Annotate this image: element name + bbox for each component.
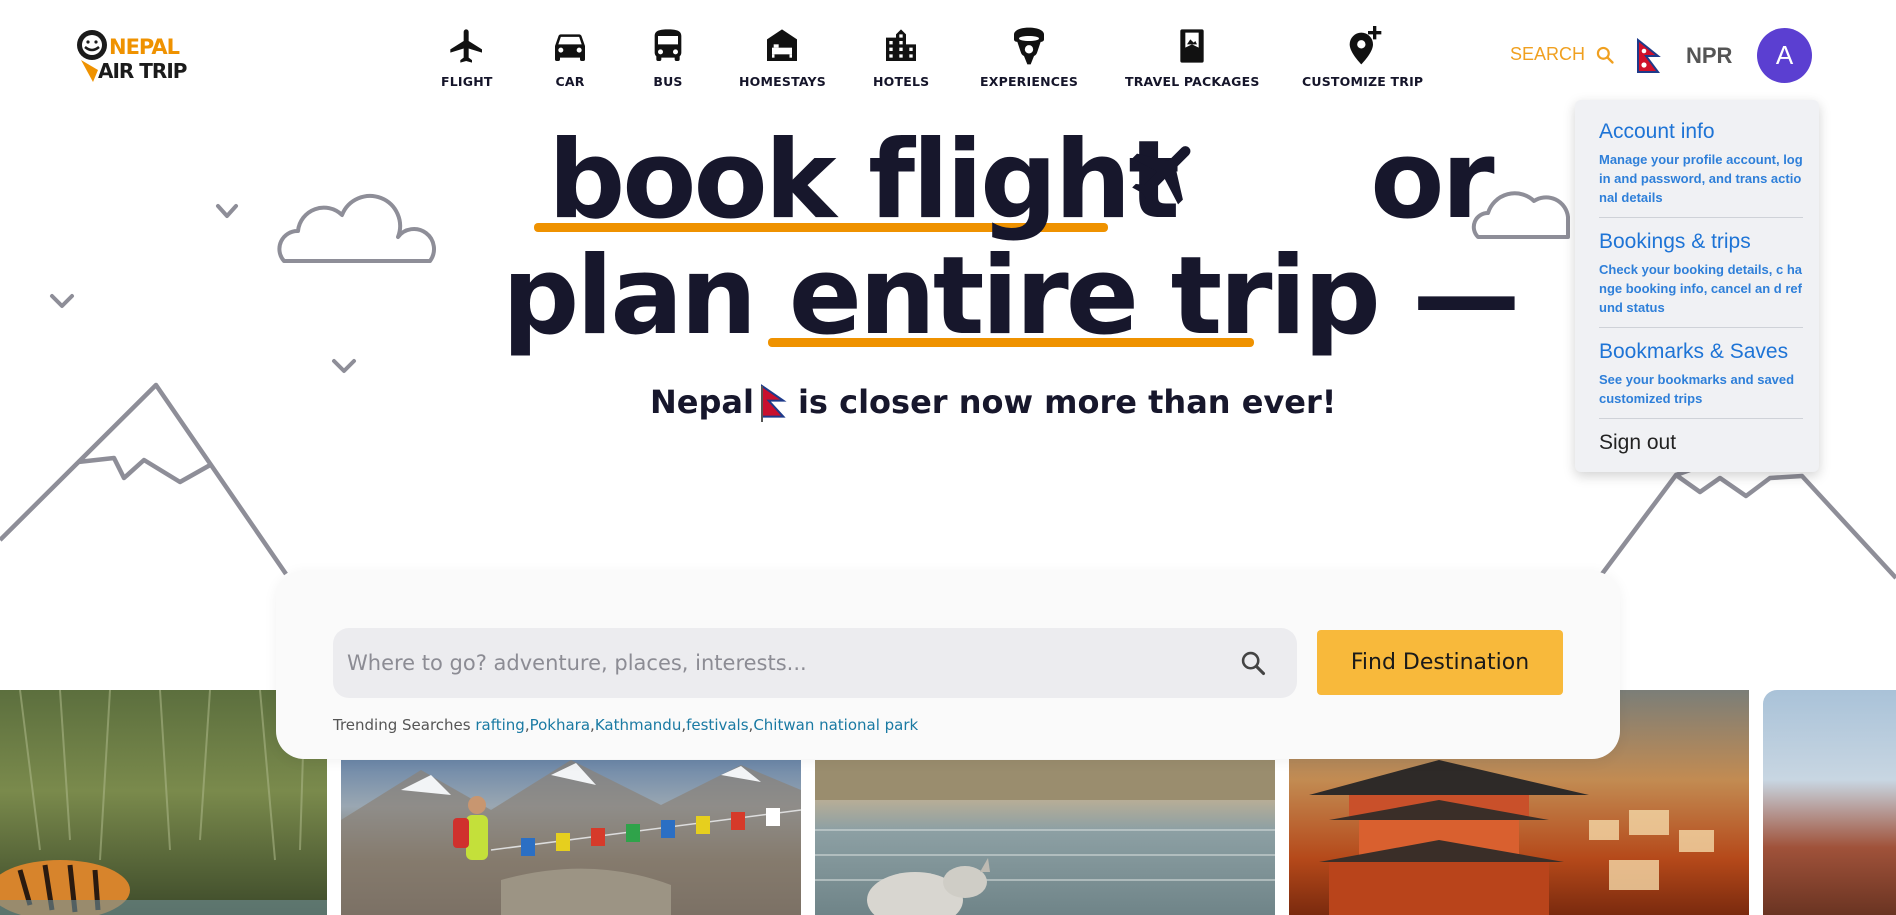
mountain-left bbox=[0, 382, 288, 576]
nav-homestays[interactable]: HOMESTAYS bbox=[739, 24, 826, 89]
hero-entire-trip: entire trip bbox=[788, 234, 1381, 359]
trending-label: Trending Searches bbox=[333, 716, 471, 734]
travel-packages-icon bbox=[1170, 24, 1214, 68]
nav-experiences-label: EXPERIENCES bbox=[980, 74, 1079, 89]
cloud-icon bbox=[277, 193, 436, 263]
trending-link[interactable]: Kathmandu bbox=[595, 716, 682, 734]
bird-icon bbox=[50, 294, 74, 308]
car-icon bbox=[548, 24, 592, 68]
hero-heading-line2: plan entire trip — bbox=[502, 234, 1520, 359]
account-info-link[interactable]: Account info bbox=[1599, 120, 1803, 144]
account-menu: Account info Manage your profile account… bbox=[1575, 100, 1819, 472]
nav-flight[interactable]: FLIGHT bbox=[441, 24, 493, 89]
bird-icon bbox=[216, 204, 238, 218]
nav-hotels-label: HOTELS bbox=[873, 74, 930, 89]
destination-search-box[interactable] bbox=[333, 628, 1297, 698]
hero-or: or bbox=[1370, 118, 1494, 243]
nepal-flag-icon bbox=[760, 384, 787, 422]
trekker-photo[interactable] bbox=[341, 760, 801, 915]
plane-icon bbox=[445, 24, 489, 68]
currency-selector[interactable]: NPR bbox=[1686, 43, 1732, 69]
experiences-icon bbox=[1007, 24, 1051, 68]
nav-car[interactable]: CAR bbox=[548, 24, 592, 89]
bookmarks-saves-desc: See your bookmarks and saved customized … bbox=[1599, 372, 1795, 406]
bookings-trips-link[interactable]: Bookings & trips bbox=[1599, 230, 1803, 254]
hero-tagline: Nepal is closer now more than ever! bbox=[650, 382, 1336, 422]
trending-link[interactable]: rafting bbox=[475, 716, 524, 734]
hero-plan: plan bbox=[502, 234, 757, 359]
nav-travel-packages-label: TRAVEL PACKAGES bbox=[1125, 74, 1260, 89]
city-photo[interactable] bbox=[1763, 690, 1896, 915]
nav-flight-label: FLIGHT bbox=[441, 74, 493, 89]
homestay-icon bbox=[760, 24, 804, 68]
nav-customize-trip-label: CUSTOMIZE TRIP bbox=[1302, 74, 1424, 89]
nav-travel-packages[interactable]: TRAVEL PACKAGES bbox=[1125, 24, 1260, 89]
nepal-flag-icon[interactable] bbox=[1636, 38, 1662, 74]
bookings-trips-desc: Check your booking details, c hange book… bbox=[1599, 262, 1802, 315]
nav-experiences[interactable]: EXPERIENCES bbox=[980, 24, 1078, 89]
nav-homestays-label: HOMESTAYS bbox=[739, 74, 826, 89]
hero-dash: — bbox=[1412, 234, 1520, 359]
search-card: Find Destination Trending Searches rafti… bbox=[276, 571, 1620, 759]
hero-book-flight: book flight bbox=[548, 118, 1180, 243]
svg-text:NEPAL: NEPAL bbox=[109, 35, 180, 59]
trending-searches: Trending Searches rafting,Pokhara,Kathma… bbox=[333, 716, 919, 734]
hotel-icon bbox=[879, 24, 923, 68]
trending-link[interactable]: festivals bbox=[686, 716, 748, 734]
tagline-rest: is closer now more than ever! bbox=[797, 383, 1337, 421]
find-destination-button[interactable]: Find Destination bbox=[1317, 630, 1563, 695]
account-menu-item[interactable]: Bookmarks & Saves See your bookmarks and… bbox=[1599, 340, 1803, 419]
svg-text:AIR TRIP: AIR TRIP bbox=[98, 59, 187, 83]
logo[interactable]: NEPAL AIR TRIP bbox=[76, 26, 194, 84]
account-menu-item[interactable]: Bookings & trips Check your booking deta… bbox=[1599, 230, 1803, 328]
nav-bus-label: BUS bbox=[653, 74, 683, 89]
tagline-nepal: Nepal bbox=[650, 383, 754, 421]
trending-link[interactable]: Chitwan national park bbox=[753, 716, 918, 734]
header-search-link[interactable]: SEARCH bbox=[1510, 44, 1615, 65]
hero-heading-line1: book flight or bbox=[548, 118, 1495, 243]
nav-bus[interactable]: BUS bbox=[646, 24, 690, 89]
sign-out-link[interactable]: Sign out bbox=[1599, 431, 1803, 455]
nav-car-label: CAR bbox=[555, 74, 585, 89]
trending-link[interactable]: Pokhara bbox=[530, 716, 590, 734]
rhino-photo[interactable] bbox=[815, 760, 1275, 915]
mountain-right bbox=[1600, 472, 1896, 580]
account-info-desc: Manage your profile account, login and p… bbox=[1599, 152, 1803, 205]
bird-icon bbox=[332, 359, 356, 373]
search-icon bbox=[1596, 46, 1614, 64]
plane-icon bbox=[1132, 146, 1191, 205]
destination-search-input[interactable] bbox=[347, 651, 1239, 675]
nav-customize-trip[interactable]: CUSTOMIZE TRIP bbox=[1302, 24, 1423, 89]
nav-hotels[interactable]: HOTELS bbox=[873, 24, 929, 89]
search-icon[interactable] bbox=[1239, 649, 1267, 677]
account-menu-item[interactable]: Account info Manage your profile account… bbox=[1599, 120, 1803, 218]
header-search-label: SEARCH bbox=[1510, 44, 1586, 64]
customize-trip-icon bbox=[1341, 24, 1385, 68]
bookmarks-saves-link[interactable]: Bookmarks & Saves bbox=[1599, 340, 1803, 364]
bus-icon bbox=[646, 24, 690, 68]
user-avatar[interactable]: A bbox=[1757, 28, 1812, 83]
